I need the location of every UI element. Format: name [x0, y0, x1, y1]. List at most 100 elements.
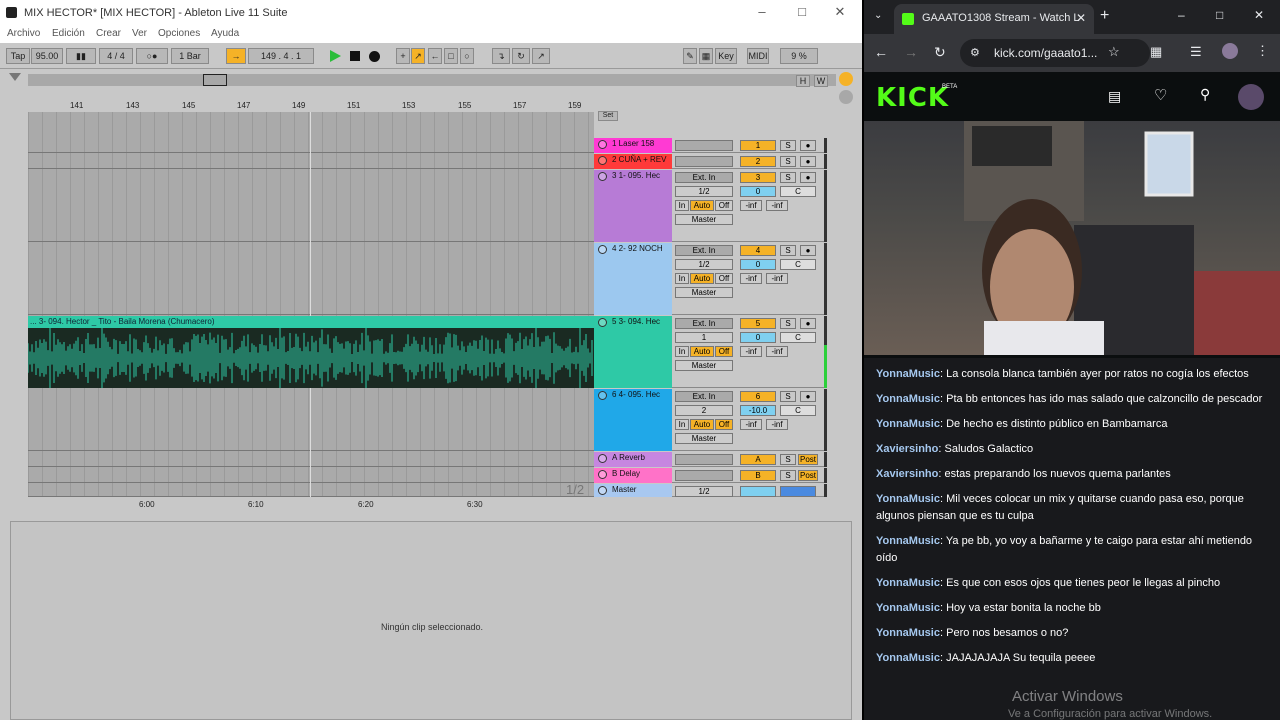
pan-field[interactable]: C — [780, 332, 816, 343]
track-lane[interactable] — [28, 452, 594, 467]
menu-ver[interactable]: Ver — [132, 28, 147, 39]
volume-field[interactable]: 0 — [740, 332, 776, 343]
browse-icon[interactable]: ▤ — [1108, 88, 1121, 105]
input-select[interactable] — [675, 156, 733, 167]
track-lane[interactable] — [28, 170, 594, 242]
track-fold-icon[interactable] — [598, 318, 607, 327]
monitor-auto-button[interactable]: Auto — [690, 346, 714, 357]
monitor-auto-button[interactable]: Auto — [690, 419, 714, 430]
chat-username[interactable]: YonnaMusic — [876, 493, 940, 505]
track-fold-icon[interactable] — [598, 156, 607, 165]
track-lane[interactable] — [28, 154, 594, 169]
tab-kick-stream[interactable]: GAAATO1308 Stream - Watch L ✕ — [894, 4, 1094, 34]
site-info-icon[interactable]: ⚙ — [970, 39, 980, 67]
back-to-arrangement-icon[interactable]: ← — [428, 48, 442, 64]
channel-select[interactable]: 1 — [675, 332, 733, 343]
audio-clip[interactable]: ... 3- 094. Hector _ Tito - Baila Morena… — [28, 316, 594, 388]
stop-icon[interactable] — [350, 51, 360, 61]
close-icon[interactable]: ✕ — [1254, 8, 1264, 22]
chat-username[interactable]: Xaviersinho — [876, 443, 938, 455]
solo-button[interactable]: S — [780, 318, 796, 329]
monitor-off-button[interactable]: Off — [715, 200, 733, 211]
input-select[interactable]: Ext. In — [675, 172, 733, 183]
chat-username[interactable]: Xaviersinho — [876, 468, 938, 480]
forward-icon[interactable]: → — [904, 44, 918, 60]
pan-field[interactable]: C — [780, 186, 816, 197]
time-signature[interactable]: 4 / 4 — [99, 48, 133, 64]
maximize-icon[interactable]: □ — [792, 4, 812, 19]
automation-arm-icon[interactable]: ↗ — [411, 48, 425, 64]
chevron-down-icon[interactable] — [9, 73, 21, 81]
maximize-icon[interactable]: □ — [1216, 8, 1223, 22]
grid-icon[interactable]: ▦ — [699, 48, 713, 64]
chat-username[interactable]: YonnaMusic — [876, 577, 940, 589]
profile-avatar[interactable] — [1222, 43, 1238, 59]
menu-opciones[interactable]: Opciones — [158, 28, 200, 39]
solo-button[interactable]: S — [780, 454, 796, 465]
close-icon[interactable]: ✕ — [830, 4, 850, 20]
output-select[interactable]: Master — [675, 360, 733, 371]
track-header[interactable]: 6 4- 095. Hec — [594, 389, 672, 451]
bookmark-star-icon[interactable]: ☆ — [1108, 44, 1120, 60]
track-lane[interactable] — [28, 389, 594, 451]
post-button[interactable]: Post — [798, 454, 818, 465]
overdub-icon[interactable]: + — [396, 48, 410, 64]
solo-button[interactable]: S — [780, 391, 796, 402]
solo-button[interactable]: S — [780, 470, 796, 481]
input-select[interactable]: Ext. In — [675, 245, 733, 256]
track-fold-icon[interactable] — [598, 245, 607, 254]
volume-field[interactable]: 0 — [740, 259, 776, 270]
quantize-select[interactable]: 1 Bar — [171, 48, 209, 64]
input-select[interactable]: Ext. In — [675, 391, 733, 402]
arrangement-overview[interactable] — [28, 74, 836, 86]
post-button[interactable]: Post — [798, 470, 818, 481]
input-select[interactable]: Ext. In — [675, 318, 733, 329]
track-header[interactable]: B Delay — [594, 468, 672, 483]
track-fold-icon[interactable] — [598, 486, 607, 495]
input-select[interactable] — [675, 470, 733, 481]
output-select[interactable]: Master — [675, 433, 733, 444]
song-position[interactable]: 149 . 4 . 1 — [248, 48, 314, 64]
h-button[interactable]: H — [796, 75, 810, 87]
menu-ayuda[interactable]: Ayuda — [211, 28, 239, 39]
track-header[interactable]: Master — [594, 484, 672, 497]
arm-button[interactable]: ● — [800, 245, 816, 256]
chat-username[interactable]: YonnaMusic — [876, 652, 940, 664]
pan-field[interactable]: C — [780, 259, 816, 270]
chat-username[interactable]: YonnaMusic — [876, 393, 940, 405]
session-record-icon[interactable]: ○ — [460, 48, 474, 64]
punch-out-icon[interactable]: ↗ — [532, 48, 550, 64]
follow-button[interactable]: → — [226, 48, 246, 64]
monitor-in-button[interactable]: In — [675, 419, 689, 430]
menu-icon[interactable] — [839, 72, 853, 86]
stream-video[interactable] — [864, 121, 1280, 355]
track-header[interactable]: 2 CUÑA + REV — [594, 154, 672, 169]
master-pan[interactable] — [780, 486, 816, 497]
arm-button[interactable]: ● — [800, 172, 816, 183]
output-channel-select[interactable]: 1/2 — [675, 486, 733, 497]
track-fold-icon[interactable] — [598, 454, 607, 463]
track-lane[interactable] — [28, 484, 594, 497]
output-select[interactable]: Master — [675, 287, 733, 298]
monitor-in-button[interactable]: In — [675, 273, 689, 284]
metronome-button[interactable]: ○● — [136, 48, 168, 64]
chat-username[interactable]: YonnaMusic — [876, 418, 940, 430]
menu-edicion[interactable]: Edición — [52, 28, 85, 39]
key-map-button[interactable]: Key — [715, 48, 737, 64]
url-field[interactable]: ⚙ kick.com/gaaato1... — [960, 39, 1150, 67]
tempo-field[interactable]: 95.00 — [31, 48, 63, 64]
track-fold-icon[interactable] — [598, 140, 607, 149]
solo-button[interactable]: S — [780, 140, 796, 151]
search-icon[interactable]: ⚲ — [1200, 86, 1210, 103]
user-avatar[interactable] — [1238, 84, 1264, 110]
arm-button[interactable]: ● — [800, 391, 816, 402]
monitor-off-button[interactable]: Off — [715, 273, 733, 284]
arm-button[interactable]: ● — [800, 140, 816, 151]
beat-ruler[interactable]: 141 143 145 147 149 151 153 155 157 159 — [28, 96, 594, 112]
track-fold-icon[interactable] — [598, 391, 607, 400]
minimize-icon[interactable]: – — [1178, 8, 1185, 22]
tab-search-icon[interactable]: ⌄ — [874, 10, 882, 21]
extensions-icon[interactable]: ▦ — [1150, 44, 1162, 60]
more-menu-icon[interactable]: ⋮ — [1256, 43, 1269, 59]
monitor-auto-button[interactable]: Auto — [690, 273, 714, 284]
